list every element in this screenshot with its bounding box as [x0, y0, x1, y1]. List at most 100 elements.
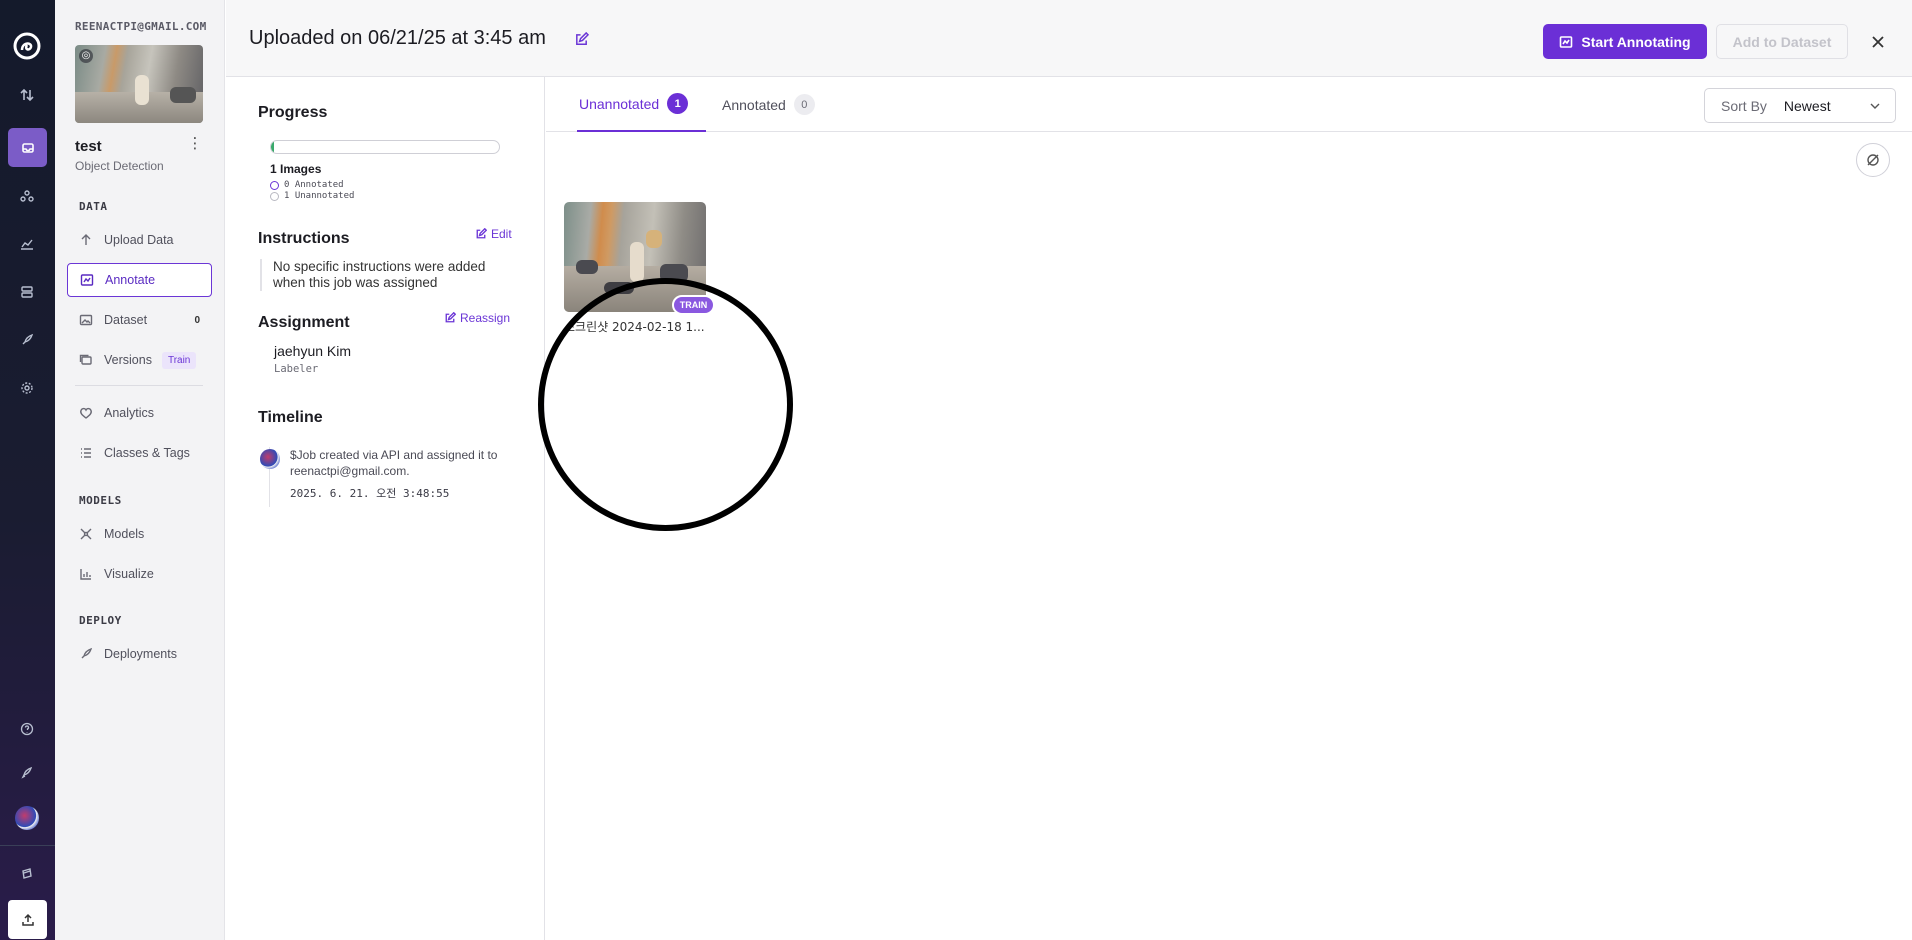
edit-icon: [445, 312, 456, 323]
versions-icon: [79, 354, 92, 365]
sidebar-item-analytics[interactable]: Analytics: [67, 396, 212, 430]
transfer-icon[interactable]: [14, 82, 40, 108]
share-upload-icon[interactable]: [8, 900, 47, 939]
timeline-title: Timeline: [258, 409, 323, 426]
sidebar-item-dataset[interactable]: Dataset 0: [67, 303, 212, 337]
sidebar-item-classes-tags[interactable]: Classes & Tags: [67, 436, 212, 470]
edit-label: Edit: [491, 227, 512, 241]
add-to-dataset-button[interactable]: Add to Dataset: [1716, 24, 1848, 59]
annotate-icon: [80, 274, 94, 286]
close-icon[interactable]: [1866, 30, 1890, 54]
analytics-rail-icon[interactable]: [14, 231, 40, 257]
project-thumbnail[interactable]: ◎: [75, 45, 203, 123]
image-card[interactable]: TRAIN 스크린샷 2024-02-18 1...: [538, 202, 793, 531]
sidebar-item-label: Analytics: [104, 406, 155, 420]
tab-label: Unannotated: [579, 95, 660, 112]
storage-icon[interactable]: [14, 279, 40, 305]
sidebar-item-label: Visualize: [104, 567, 154, 581]
dataset-icon: [79, 314, 93, 326]
page-title: Uploaded on 06/21/25 at 3:45 am: [249, 27, 546, 49]
unannotated-dot-icon: [270, 191, 279, 201]
tab-count-badge: 1: [667, 93, 689, 114]
rail-divider: [0, 845, 55, 846]
annotated-label: 0 Annotated: [284, 180, 344, 190]
sidebar-item-label: Versions: [104, 353, 152, 367]
models-icon: [80, 528, 92, 540]
start-annotating-button[interactable]: Start Annotating: [1543, 24, 1707, 59]
sidebar-item-visualize[interactable]: Visualize: [67, 557, 212, 591]
assignee-role: Labeler: [274, 363, 319, 375]
sidebar-divider: [75, 385, 203, 386]
universe-icon[interactable]: [14, 183, 40, 209]
assignee-name: jaehyun Kim: [274, 343, 352, 359]
sidebar-item-annotate[interactable]: Annotate: [67, 263, 212, 297]
globe-icon: ◎: [79, 49, 93, 63]
sidebar-item-label: Annotate: [105, 273, 156, 287]
legend-annotated: 0 Annotated: [270, 180, 344, 190]
sort-label: Sort By: [1721, 97, 1767, 114]
image-filename: 스크린샷 2024-02-18 1...: [564, 320, 705, 334]
sidebar-item-upload-data[interactable]: Upload Data: [67, 223, 212, 257]
timeline-event-text: $Job created via API and assigned it to …: [290, 448, 498, 478]
section-deploy: DEPLOY: [79, 614, 122, 627]
annotated-dot-icon: [270, 180, 279, 190]
sidebar-item-versions[interactable]: Versions Train: [67, 343, 212, 377]
assignment-title: Assignment: [258, 314, 350, 331]
project-type: Object Detection: [75, 159, 164, 173]
reassign-button[interactable]: Reassign: [444, 311, 510, 325]
projects-icon[interactable]: [8, 128, 47, 167]
progress-bar: [270, 140, 500, 154]
reassign-label: Reassign: [460, 311, 511, 325]
sidebar-item-label: Dataset: [104, 313, 148, 327]
more-options-icon[interactable]: ⋮: [187, 136, 203, 152]
chart-icon: [80, 569, 91, 580]
user-avatar[interactable]: [15, 806, 39, 830]
upload-icon: [81, 234, 91, 245]
notifications-icon[interactable]: [14, 760, 40, 786]
progress-title: Progress: [258, 104, 328, 121]
workspace-name[interactable]: REENACTPI@GMAIL.COM: [75, 20, 207, 33]
edit-icon: [476, 228, 487, 239]
app-logo-icon[interactable]: [12, 31, 42, 61]
hide-annotations-button[interactable]: [1856, 143, 1890, 177]
deploy-rail-icon[interactable]: [14, 327, 40, 353]
sort-select[interactable]: Sort By Newest: [1704, 88, 1896, 123]
tab-label: Annotated: [722, 96, 786, 113]
split-badge: TRAIN: [672, 295, 715, 315]
sidebar-item-models[interactable]: Models: [67, 517, 212, 551]
train-tag: Train: [161, 351, 197, 369]
app-rail: [0, 0, 55, 940]
tab-count-badge: 0: [793, 94, 815, 115]
legend-unannotated: 1 Unannotated: [270, 191, 354, 201]
sort-value: Newest: [1783, 97, 1831, 114]
eye-off-icon: [1867, 154, 1879, 166]
sidebar-item-label: Deployments: [104, 647, 177, 661]
docs-icon[interactable]: [14, 861, 40, 887]
unannotated-label: 1 Unannotated: [284, 191, 355, 201]
section-data: DATA: [79, 200, 108, 213]
tabs-bar: Unannotated 1 Annotated 0 Sort By Newest: [546, 77, 1912, 132]
sidebar-item-label: Upload Data: [104, 233, 174, 247]
edit-title-icon[interactable]: [574, 32, 589, 47]
analytics-icon: [80, 407, 92, 419]
images-count: 1 Images: [270, 162, 322, 176]
job-header: Uploaded on 06/21/25 at 3:45 am Start An…: [226, 0, 1912, 77]
project-name: test: [75, 138, 102, 155]
instructions-text: No specific instructions were added when…: [260, 259, 510, 291]
sidebar-item-deployments[interactable]: Deployments: [67, 637, 212, 671]
edit-instructions-button[interactable]: Edit: [475, 227, 512, 241]
section-models: MODELS: [79, 494, 122, 507]
settings-icon[interactable]: [14, 375, 40, 401]
start-annotating-label: Start Annotating: [1581, 33, 1691, 50]
rocket-icon: [81, 647, 93, 659]
tab-unannotated[interactable]: Unannotated 1: [577, 77, 707, 132]
job-details-panel: Progress 1 Images 0 Annotated 1 Unannota…: [226, 77, 545, 940]
list-icon: [81, 448, 91, 458]
dataset-count: 0: [194, 314, 200, 326]
timeline-avatar: [260, 449, 280, 469]
timeline-event-time: 2025. 6. 21. 오전 3:48:55: [290, 487, 450, 500]
tab-annotated[interactable]: Annotated 0: [722, 77, 815, 132]
highlight-circle: [538, 278, 793, 531]
help-icon[interactable]: [14, 716, 40, 742]
project-sidebar: REENACTPI@GMAIL.COM ◎ test ⋮ Object Dete…: [55, 0, 225, 940]
